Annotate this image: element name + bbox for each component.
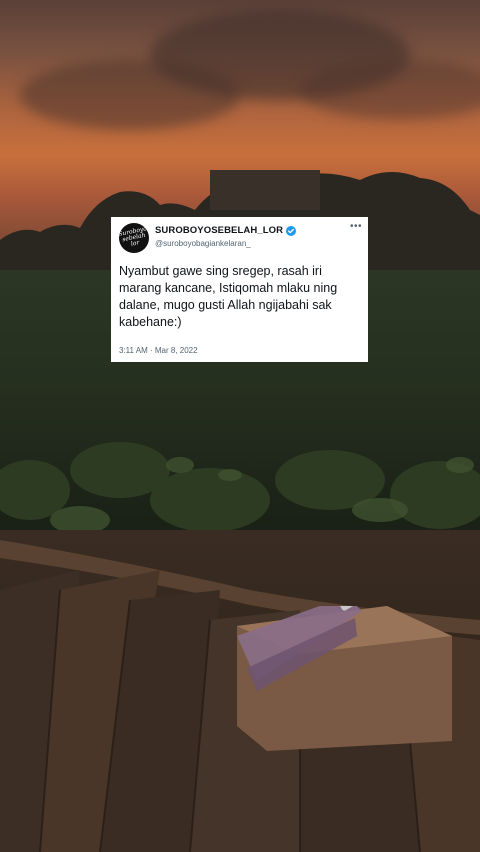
display-name[interactable]: SUROBOYOSEBELAH_LOR bbox=[155, 225, 283, 236]
cigarette-pack-and-lighter bbox=[237, 606, 452, 751]
more-options-icon[interactable]: ••• bbox=[350, 221, 362, 232]
tweet-text: Nyambut gawe sing sregep, rasah iri mara… bbox=[119, 264, 338, 329]
cloud bbox=[300, 60, 480, 120]
tweet-timestamp[interactable]: 3:11 AM · Mar 8, 2022 bbox=[119, 346, 198, 355]
avatar[interactable]: Suroboyo sebelah lor bbox=[119, 223, 149, 253]
cloud bbox=[20, 60, 240, 130]
user-handle[interactable]: @suroboyobagiankelaran_ bbox=[155, 239, 251, 248]
verified-badge-icon bbox=[286, 225, 297, 236]
tweet-card: Suroboyo sebelah lor SUROBOYOSEBELAH_LOR… bbox=[111, 217, 368, 362]
background-photo bbox=[0, 0, 480, 852]
author-row: SUROBOYOSEBELAH_LOR bbox=[155, 225, 297, 236]
avatar-logo-text: Suroboyo sebelah lor bbox=[119, 225, 148, 248]
